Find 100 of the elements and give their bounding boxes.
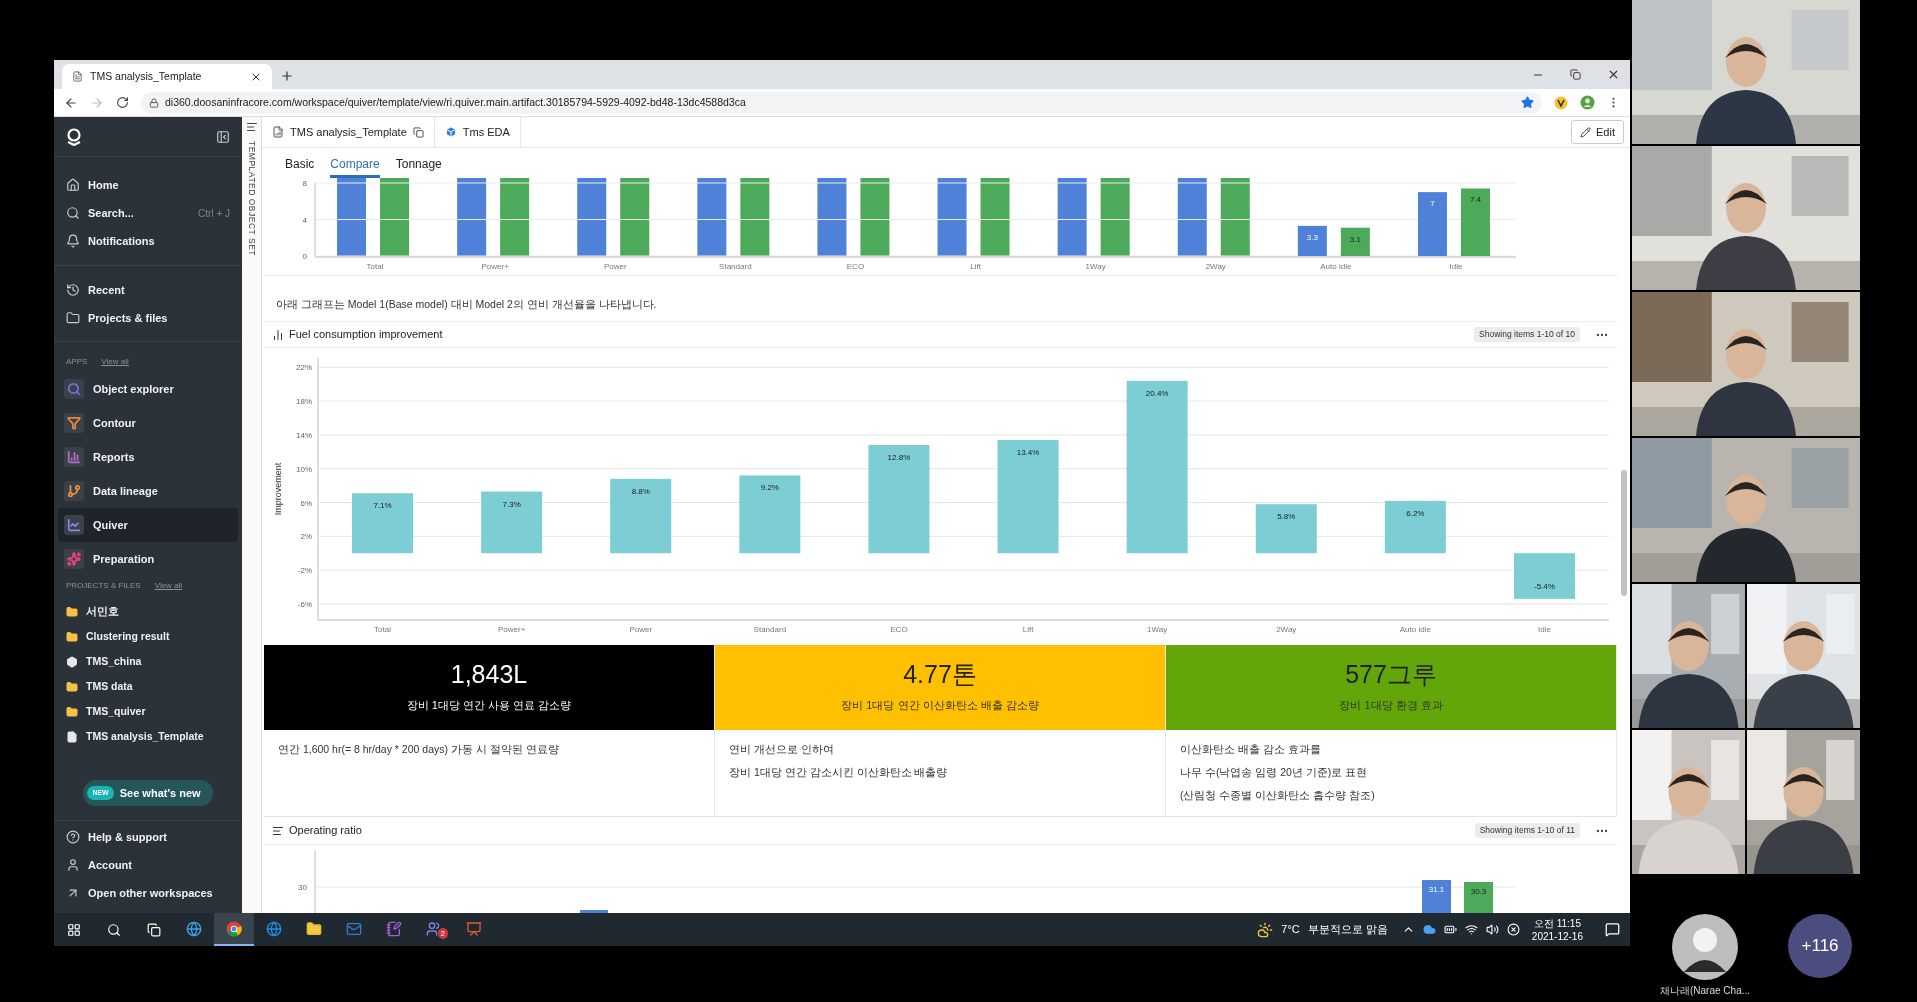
extension-icon[interactable] <box>1554 95 1568 110</box>
profile-icon[interactable] <box>1580 95 1595 110</box>
star-icon[interactable] <box>1521 96 1534 109</box>
bar-value-label: 9.2% <box>760 483 779 493</box>
notifications-icon[interactable] <box>1605 922 1620 937</box>
axis-tick-label: 30 <box>298 883 307 892</box>
app-item[interactable]: Quiver <box>58 508 238 542</box>
category-label: Standard <box>719 262 752 271</box>
tab-title: TMS analysis_Template <box>90 68 202 84</box>
project-item[interactable]: Clustering result <box>54 624 242 649</box>
category-label: ECO <box>846 262 865 271</box>
back-icon[interactable] <box>64 95 78 110</box>
weather-text: 부분적으로 맑음 <box>1307 922 1388 938</box>
restore-icon[interactable] <box>1570 69 1581 80</box>
bar-value-label: 6.2% <box>1406 508 1425 518</box>
taskbar-app[interactable] <box>214 913 254 946</box>
temperature-text: 7°C <box>1281 922 1300 938</box>
app-item[interactable]: Preparation <box>58 542 238 576</box>
bar-value-label: 5.8% <box>1277 512 1296 522</box>
chart-file-icon <box>272 126 284 138</box>
project-item[interactable]: 서민호 <box>54 599 242 624</box>
bar-value-label: 31.1 <box>1428 885 1445 894</box>
weather-icon[interactable] <box>1257 921 1274 938</box>
page-icon <box>72 71 83 82</box>
app-item[interactable]: Reports <box>58 440 238 474</box>
round-browser-icon <box>226 920 242 937</box>
view-tab[interactable]: Tonnage <box>395 152 442 178</box>
search-icon[interactable] <box>107 922 121 937</box>
chart-bar <box>1464 882 1493 913</box>
battery-icon[interactable] <box>1443 923 1457 936</box>
kpi-note: 연간 1,600 hr(= 8 hr/day * 200 days) 가동 시 절약된 연료량 <box>278 742 560 757</box>
project-item[interactable]: TMS analysis_Template <box>54 724 242 749</box>
document-tab[interactable]: Tms EDA <box>434 117 521 147</box>
category-label: 1Way <box>1147 625 1168 634</box>
scrollbar-thumb[interactable] <box>1620 470 1627 596</box>
view-all-link[interactable]: View all <box>154 580 183 592</box>
folder-icon <box>66 630 78 643</box>
address-bar[interactable]: di360.doosaninfracore.com/workspace/quiver/template/view/ri.quiver.main.artifact.30185794-5929-4092-bd48-13dc4588d3ca <box>141 91 1542 114</box>
kpi-note: 이산화탄소 배출 감소 효과를 <box>1180 742 1322 757</box>
sidebar-item[interactable]: Search... Ctrl + J <box>54 199 242 227</box>
edit-button[interactable]: Edit <box>1571 120 1624 144</box>
sidebar-item[interactable]: Home <box>54 171 242 199</box>
category-label: Power <box>629 625 653 634</box>
project-item[interactable]: TMS data <box>54 674 242 699</box>
axis-tick-label: 0 <box>302 252 307 261</box>
bar-value-label: 13.4% <box>1016 448 1040 457</box>
new-tab-icon[interactable] <box>280 69 294 83</box>
start-icon[interactable] <box>67 922 81 937</box>
app-item[interactable]: Contour <box>58 406 238 440</box>
panel-toggle-icon[interactable] <box>245 121 258 133</box>
logo-icon <box>66 127 82 146</box>
bar-value-label: -5.4% <box>1534 581 1555 591</box>
bell-icon <box>66 234 80 248</box>
browser-tab[interactable]: TMS analysis_Template <box>62 64 272 89</box>
close-icon[interactable] <box>1607 68 1620 81</box>
sidebar-item[interactable]: Recent <box>54 276 242 304</box>
error-icon[interactable] <box>1506 923 1520 936</box>
help-icon <box>66 830 80 844</box>
reload-icon[interactable] <box>116 96 129 109</box>
category-label: Power <box>603 262 627 271</box>
sidebar-item[interactable]: Notifications <box>54 227 242 255</box>
sidebar-item[interactable]: Account <box>54 851 242 879</box>
app-item[interactable]: Object explorer <box>58 372 238 406</box>
project-item[interactable]: TMS_china <box>54 649 242 674</box>
sidebar-item[interactable]: Open other workspaces <box>54 879 242 907</box>
user-icon <box>66 858 80 872</box>
project-item[interactable]: TMS_quiver <box>54 699 242 724</box>
volume-icon[interactable] <box>1485 923 1499 936</box>
task-view-icon[interactable] <box>147 922 161 937</box>
category-label: 1Way <box>1085 262 1106 271</box>
kpi-note: 나무 수(낙엽송 임령 20년 기준)로 표현 <box>1180 765 1369 780</box>
bar-value-label: 12.8% <box>887 453 911 463</box>
sidebar-item[interactable]: Help & support <box>54 823 242 851</box>
axis-tick-label: 14% <box>296 430 312 440</box>
section-heading: PROJECTS & FILES <box>66 580 141 592</box>
view-tab[interactable]: Basic <box>285 152 315 178</box>
collapse-icon[interactable] <box>216 129 230 144</box>
app-item[interactable]: Data lineage <box>58 474 238 508</box>
shortcut-hint: Ctrl + J <box>198 206 230 221</box>
folder-icon <box>66 605 78 618</box>
sidebar-item[interactable]: Projects & files <box>54 304 242 332</box>
document-tab[interactable]: TMS analysis_Template <box>262 117 435 147</box>
axis-tick-label: 6% <box>300 498 312 508</box>
participant-name: 채나래(Narae Cha... <box>1660 984 1751 998</box>
bar-value-label: 20.4% <box>1145 388 1169 398</box>
vertical-label: TEMPLATED OBJECT SET <box>245 141 258 256</box>
cloud-icon[interactable] <box>1422 923 1436 936</box>
more-participants-button[interactable]: +116 <box>1788 914 1853 978</box>
people-icon <box>426 920 442 937</box>
history-icon <box>66 283 80 297</box>
chart-icon <box>272 328 284 341</box>
item-count: Showing items 1-10 of 11 <box>1474 823 1580 838</box>
presentation-icon <box>466 920 482 937</box>
taskbar-app[interactable]: 2 <box>414 913 454 946</box>
copy-icon[interactable] <box>412 126 424 138</box>
wifi-icon[interactable] <box>1464 923 1478 936</box>
view-all-link[interactable]: View all <box>101 356 129 368</box>
bar-value-label: 30.3 <box>1470 887 1487 896</box>
axis-tick-label: -6% <box>297 599 312 609</box>
category-label: Total <box>366 262 384 271</box>
